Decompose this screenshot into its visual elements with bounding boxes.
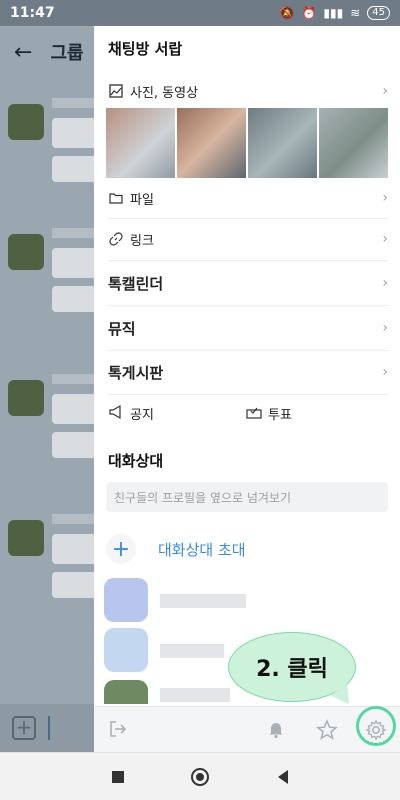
invite-members-button[interactable]: + 대화상대 초대 (106, 534, 246, 564)
chevron-right-icon: › (382, 275, 388, 291)
back-button[interactable] (278, 770, 288, 784)
avatar (104, 628, 148, 672)
chevron-right-icon: › (382, 190, 388, 206)
member-name-blurred (160, 688, 230, 702)
drawer-item-media[interactable]: 사진, 동영상 › (94, 78, 400, 104)
member-name-blurred (160, 644, 224, 658)
battery-icon: 45 (367, 6, 390, 20)
drawer-item-link[interactable]: 링크 › (94, 225, 400, 253)
members-title: 대화상대 (108, 452, 164, 470)
status-time: 11:47 (10, 5, 55, 21)
mute-icon: 🔕 (279, 6, 295, 20)
home-button[interactable] (191, 768, 209, 786)
plus-icon: + (106, 534, 136, 564)
media-label: 사진, 동영상 (130, 85, 199, 101)
blurred-message (8, 374, 102, 470)
photo-thumbnail[interactable] (248, 108, 317, 178)
wifi-icon: ≋ (350, 6, 361, 20)
file-label: 파일 (130, 192, 154, 208)
ballot-box-icon (246, 405, 262, 423)
status-icons: 🔕 ⏰ ▮▮▮ ≋ 45 (279, 6, 390, 20)
star-icon[interactable] (316, 719, 338, 741)
invite-label: 대화상대 초대 (158, 540, 246, 559)
drawer-item-music[interactable]: 뮤직 › (94, 313, 400, 343)
board-label: 톡게시판 (108, 363, 164, 382)
photo-thumbnail[interactable] (319, 108, 388, 178)
photo-thumbnail[interactable] (106, 108, 175, 178)
blurred-message (8, 98, 102, 194)
divider (108, 350, 388, 351)
text-caret (48, 716, 50, 740)
chevron-right-icon: › (382, 231, 388, 247)
folder-icon (108, 190, 124, 206)
recent-apps-button[interactable] (112, 771, 124, 783)
signal-icon: ▮▮▮ (323, 6, 344, 20)
member-name-blurred (160, 594, 246, 608)
drawer-item-file[interactable]: 파일 › (94, 184, 400, 212)
divider (108, 260, 388, 261)
drawer-item-calendar[interactable]: 톡캘린더 › (94, 268, 400, 298)
chevron-right-icon: › (382, 364, 388, 380)
status-bar: 11:47 🔕 ⏰ ▮▮▮ ≋ 45 (0, 0, 400, 26)
drawer-title: 채팅방 서랍 (108, 40, 183, 58)
image-icon (108, 83, 124, 99)
blurred-message (8, 228, 102, 324)
notice-button[interactable]: 공지 (108, 404, 154, 423)
divider (108, 394, 388, 395)
media-thumbnails (106, 108, 388, 178)
back-arrow-icon[interactable]: ← (14, 40, 32, 65)
chevron-right-icon: › (382, 320, 388, 336)
settings-highlight-ring (356, 706, 396, 746)
member-item[interactable] (104, 578, 394, 624)
bell-icon[interactable] (266, 719, 288, 741)
chevron-right-icon: › (382, 83, 388, 99)
system-nav-bar (0, 752, 400, 800)
chat-title: 그룹 (50, 43, 84, 64)
photo-thumbnail[interactable] (177, 108, 246, 178)
notice-label: 공지 (130, 408, 154, 423)
divider (108, 305, 388, 306)
alarm-icon: ⏰ (301, 6, 317, 20)
calendar-label: 톡캘린더 (108, 274, 164, 293)
link-icon (108, 231, 124, 247)
member-search-input[interactable]: 친구들의 프로필을 옆으로 넘겨보기 (106, 482, 388, 512)
notice-vote-row: 공지 투표 (94, 402, 400, 428)
megaphone-icon (108, 404, 124, 423)
vote-button[interactable]: 투표 (246, 404, 292, 423)
music-label: 뮤직 (108, 319, 136, 338)
drawer-item-board[interactable]: 톡게시판 › (94, 357, 400, 387)
divider (108, 218, 388, 219)
avatar (104, 578, 148, 622)
blurred-message (8, 514, 102, 610)
exit-icon[interactable] (108, 719, 130, 741)
add-icon[interactable]: + (12, 716, 36, 740)
vote-label: 투표 (268, 408, 292, 423)
drawer-bottom-bar (94, 706, 400, 752)
annotation-text: 2. 클릭 (256, 657, 328, 682)
avatar (104, 680, 148, 704)
link-label: 링크 (130, 233, 154, 249)
